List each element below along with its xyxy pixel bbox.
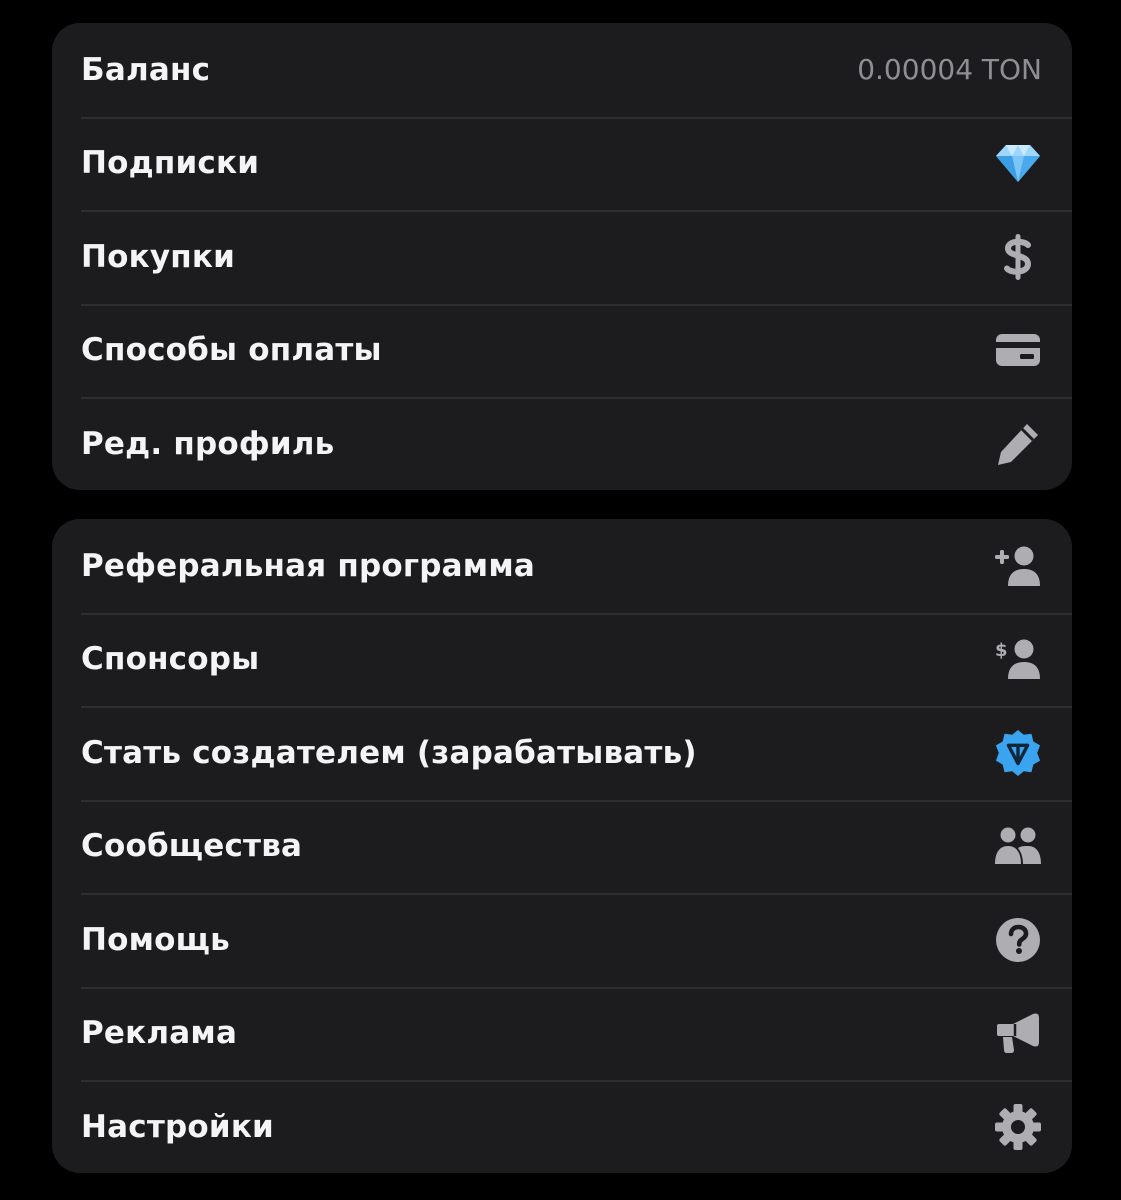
menu-item-become-creator[interactable]: Стать создателем (зарабатывать) — [52, 706, 1072, 800]
credit-card-icon — [994, 326, 1042, 374]
help-label: Помощь — [81, 921, 230, 958]
menu-item-payment-methods[interactable]: Способы оплаты — [52, 303, 1072, 398]
menu-item-sponsors[interactable]: Спонсоры $ — [52, 612, 1072, 707]
menu-item-referral[interactable]: Реферальная программа — [52, 519, 1072, 613]
diamond-icon — [994, 139, 1042, 187]
referral-label: Реферальная программа — [81, 547, 535, 584]
edit-profile-label: Ред. профиль — [81, 425, 335, 462]
settings-label: Настройки — [81, 1108, 274, 1145]
menu-item-subscriptions[interactable]: Подписки — [52, 116, 1072, 211]
more-menu-group: Реферальная программа Спонсоры $ Стать с… — [52, 519, 1072, 1173]
subscriptions-label: Подписки — [81, 145, 260, 182]
account-menu-group: Баланс 0.00004 TON Подписки Покупки Спос… — [52, 23, 1072, 490]
purchases-label: Покупки — [81, 238, 236, 275]
menu-item-ads[interactable]: Реклама — [52, 986, 1072, 1081]
megaphone-icon — [994, 1009, 1042, 1057]
dollar-icon — [994, 233, 1042, 281]
user-dollar-icon: $ — [994, 635, 1042, 683]
menu-item-help[interactable]: Помощь — [52, 893, 1072, 987]
sponsors-label: Спонсоры — [81, 641, 260, 678]
payment-methods-label: Способы оплаты — [81, 332, 382, 369]
menu-item-edit-profile[interactable]: Ред. профиль — [52, 397, 1072, 490]
verified-ton-badge-icon — [994, 729, 1042, 777]
balance-value: 0.00004 TON — [857, 53, 1042, 87]
ads-label: Реклама — [81, 1015, 238, 1052]
question-circle-icon — [994, 916, 1042, 964]
menu-page: Баланс 0.00004 TON Подписки Покупки Спос… — [0, 0, 1121, 1200]
communities-label: Сообщества — [81, 828, 303, 865]
gear-icon — [994, 1103, 1042, 1151]
svg-text:$: $ — [995, 640, 1008, 661]
balance-label: Баланс — [81, 51, 211, 88]
menu-item-communities[interactable]: Сообщества — [52, 799, 1072, 894]
user-plus-icon — [994, 542, 1042, 590]
menu-item-balance[interactable]: Баланс 0.00004 TON — [52, 23, 1072, 117]
pencil-icon — [994, 420, 1042, 468]
menu-item-settings[interactable]: Настройки — [52, 1080, 1072, 1173]
users-icon — [994, 822, 1042, 870]
become-creator-label: Стать создателем (зарабатывать) — [81, 734, 697, 771]
menu-item-purchases[interactable]: Покупки — [52, 210, 1072, 304]
